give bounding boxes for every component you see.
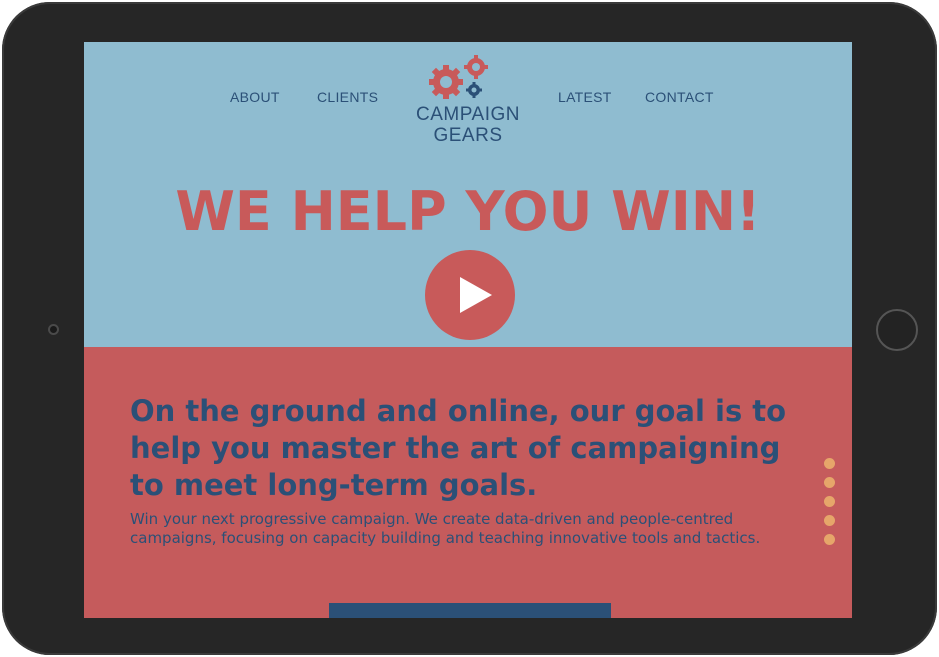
pagination-dot[interactable] xyxy=(824,477,835,488)
pagination-dot[interactable] xyxy=(824,458,835,469)
camera-icon xyxy=(48,324,59,335)
pagination-dot[interactable] xyxy=(824,534,835,545)
logo-text-gears: GEARS xyxy=(433,125,503,146)
play-icon xyxy=(460,277,492,313)
website-screen: ABOUT CLIENTS LATEST CONTACT CAMPAIGN GE… xyxy=(84,42,852,618)
chat-campaign-button[interactable]: LET'S CHAT ABOUT YOUR CAMPAIGN xyxy=(329,603,611,618)
nav-contact[interactable]: CONTACT xyxy=(645,89,714,105)
hero-headline: WE HELP YOU WIN! xyxy=(175,180,761,243)
campaign-gears-logo[interactable]: CAMPAIGN GEARS xyxy=(392,52,544,152)
play-video-button[interactable] xyxy=(425,250,515,340)
nav-clients[interactable]: CLIENTS xyxy=(317,89,378,105)
pagination-dot[interactable] xyxy=(824,496,835,507)
nav-about[interactable]: ABOUT xyxy=(230,89,280,105)
pagination-dot[interactable] xyxy=(824,515,835,526)
section-body: Win your next progressive campaign. We c… xyxy=(130,510,761,547)
logo-text-campaign: CAMPAIGN xyxy=(416,104,520,125)
gears-icon xyxy=(429,55,488,99)
slide-pagination xyxy=(824,458,836,553)
section-title: On the ground and online, our goal is to… xyxy=(130,394,787,502)
hero-section: ABOUT CLIENTS LATEST CONTACT CAMPAIGN GE… xyxy=(84,42,852,347)
home-button[interactable] xyxy=(876,309,918,351)
nav-latest[interactable]: LATEST xyxy=(558,89,612,105)
intro-section: On the ground and online, our goal is to… xyxy=(84,347,852,618)
